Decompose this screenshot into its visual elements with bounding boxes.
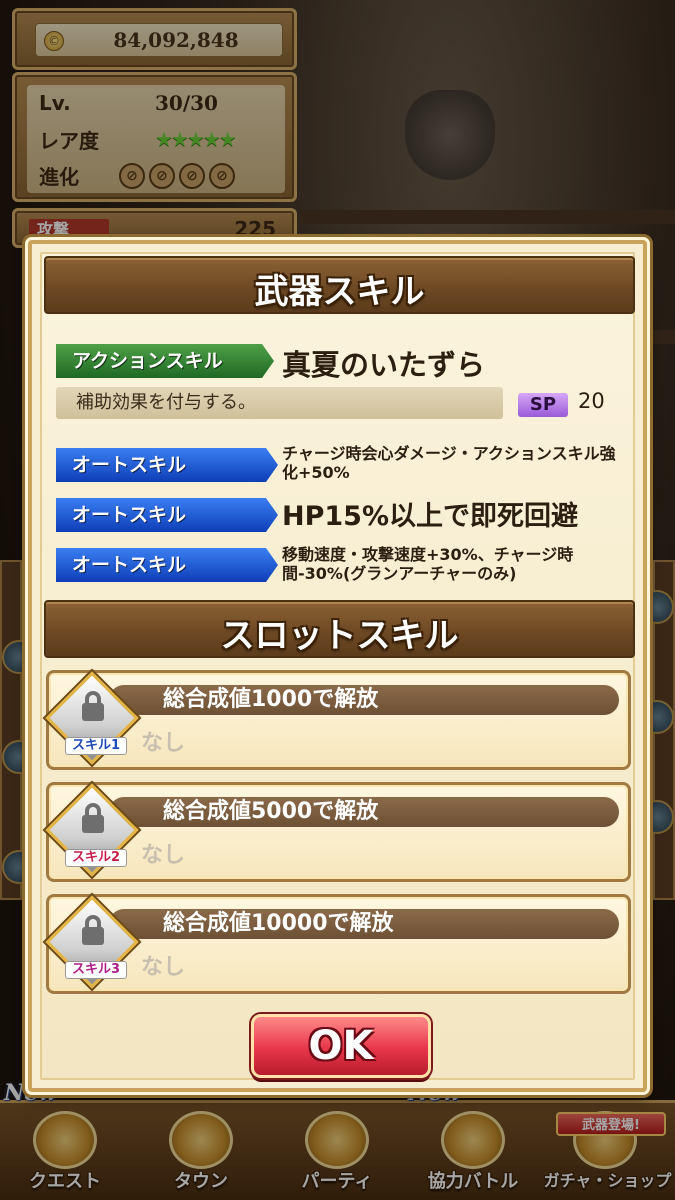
lock-icon [82,815,104,833]
slot-skill-card[interactable]: 総合成値1000で解放 なし スキル1 [45,670,631,770]
auto-skill-tag: オートスキル [56,498,278,532]
auto-skill-tag: オートスキル [56,548,278,582]
auto-skill-text: 移動速度・攻撃速度+30%、チャージ時間-30%(グランアーチャーのみ) [282,545,574,583]
slot-skill-card[interactable]: 総合成値10000で解放 なし スキル3 [45,894,631,994]
dialog-header: 武器スキル [44,256,635,314]
auto-skill-text: チャージ時会心ダメージ・アクションスキル強化+50% [282,444,616,482]
slot-skill-value: なし [141,843,186,868]
action-skill-description: 補助効果を付与する。 [56,387,503,419]
sp-value: 20 [578,389,605,413]
slot-unlock-condition: 総合成値1000で解放 [109,685,619,715]
slot-unlock-condition: 総合成値10000で解放 [109,909,619,939]
slot-skill-value: なし [141,731,186,756]
auto-skill-tag: オートスキル [56,448,278,482]
lock-icon [82,927,104,945]
slot-skill-value: なし [141,955,186,980]
slot-skill-card[interactable]: 総合成値5000で解放 なし スキル2 [45,782,631,882]
slot-skill-header: スロットスキル [44,600,635,658]
weapon-skill-dialog: 武器スキル アクションスキル 真夏のいたずら 補助効果を付与する。 SP 20 … [28,240,647,1092]
lock-icon [82,703,104,721]
slot-unlock-condition: 総合成値5000で解放 [109,797,619,827]
slot-tag: スキル1 [65,737,127,755]
slot-tag: スキル2 [65,849,127,867]
action-skill-name: 真夏のいたずら [282,348,486,382]
ok-button[interactable]: OK [251,1014,431,1078]
slot-skill-title: スロットスキル [220,616,459,656]
auto-skill-text: HP15%以上で即死回避 [282,501,579,532]
slot-tag: スキル3 [65,961,127,979]
sp-badge: SP [518,393,568,417]
dialog-title: 武器スキル [254,272,425,312]
action-skill-tag: アクションスキル [56,344,274,378]
